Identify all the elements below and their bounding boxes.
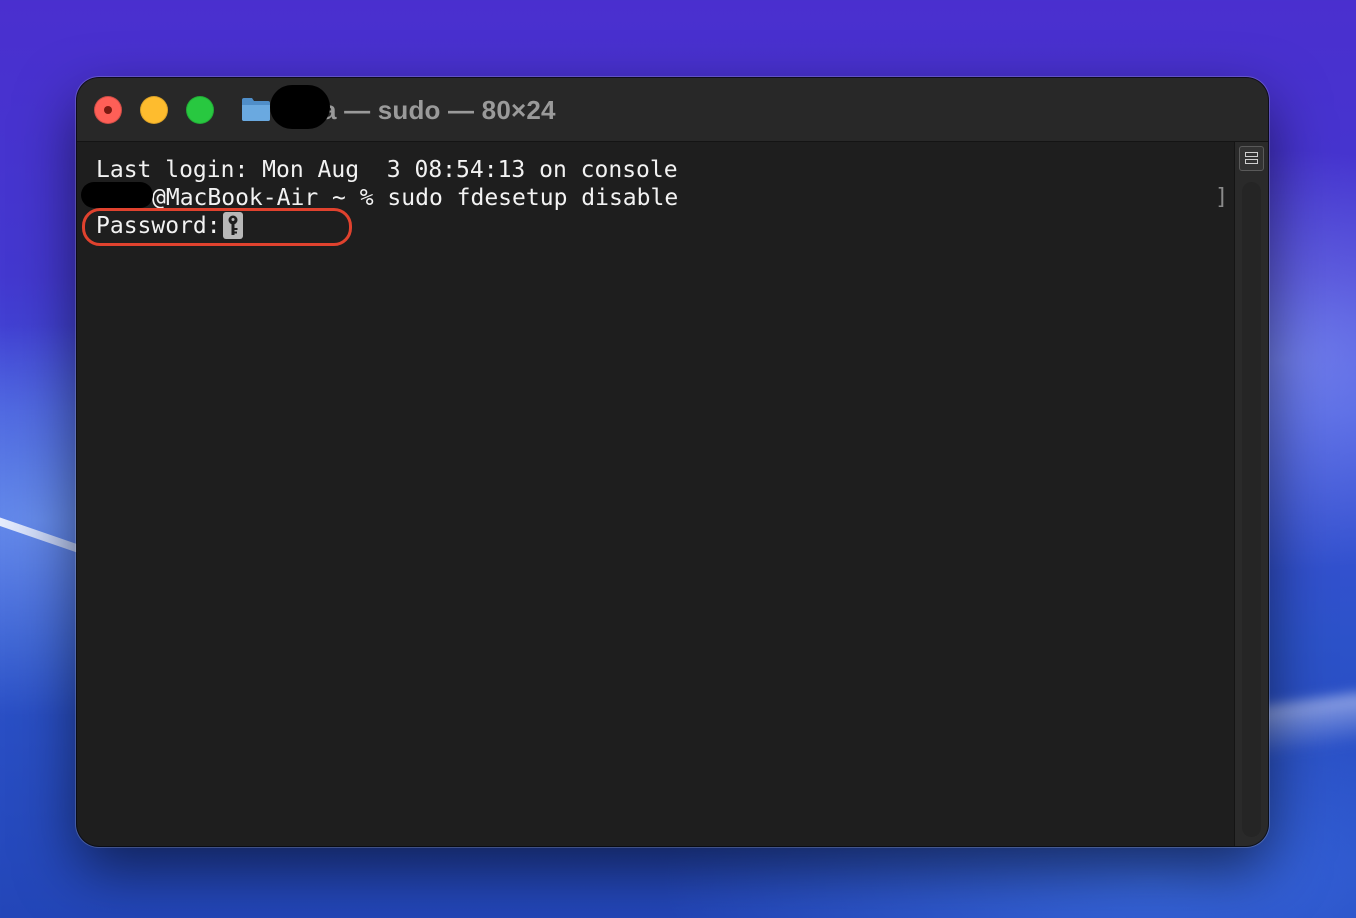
password-highlight: [82, 208, 352, 246]
minimize-button[interactable]: [140, 96, 168, 124]
terminal-content[interactable]: Last login: Mon Aug 3 08:54:13 on consol…: [77, 142, 1235, 846]
terminal-window: a — sudo — 80×24 Last login: Mon Aug 3 0…: [77, 78, 1268, 846]
folder-icon: [241, 96, 271, 122]
scroll-area: [1234, 142, 1268, 846]
close-button[interactable]: [94, 96, 122, 124]
window-title: a — sudo — 80×24: [322, 95, 556, 125]
title-bar[interactable]: a — sudo — 80×24: [77, 78, 1268, 142]
username-redaction: [81, 182, 153, 208]
mark-bracket: ]: [1215, 185, 1229, 210]
last-login-line: Last login: Mon Aug 3 08:54:13 on consol…: [96, 157, 678, 183]
redaction-mark: [270, 85, 330, 129]
split-pane-button[interactable]: [1239, 146, 1264, 171]
zoom-button[interactable]: [186, 96, 214, 124]
scrollbar[interactable]: [1242, 182, 1261, 837]
